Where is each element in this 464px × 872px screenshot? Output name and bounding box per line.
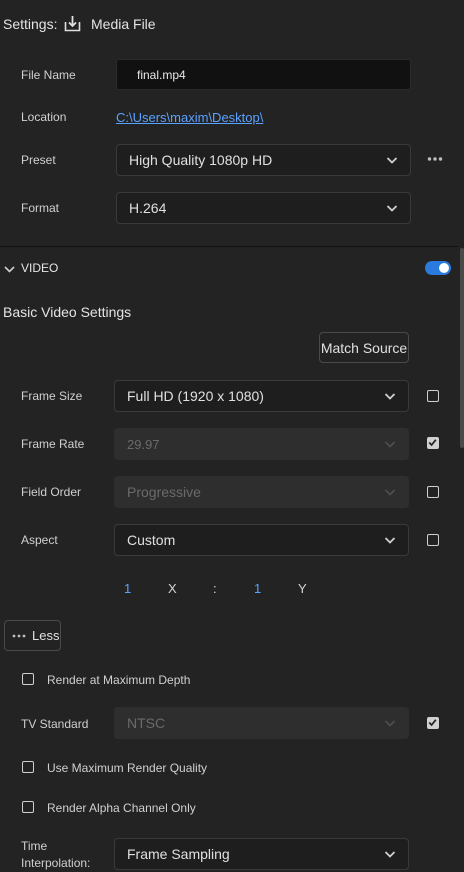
field-order-checkbox[interactable] — [427, 486, 439, 498]
preset-value: High Quality 1080p HD — [129, 152, 273, 168]
section-divider — [0, 246, 458, 247]
preset-dropdown[interactable]: High Quality 1080p HD — [116, 144, 411, 176]
file-name-value: final.mp4 — [137, 68, 186, 82]
tv-standard-value: NTSC — [127, 715, 166, 731]
video-toggle[interactable] — [425, 261, 451, 275]
location-label: Location — [21, 110, 67, 124]
checkmark-icon — [428, 719, 437, 727]
frame-size-value: Full HD (1920 x 1080) — [127, 388, 264, 404]
aspect-value: Custom — [127, 532, 176, 548]
frame-size-label: Frame Size — [21, 389, 83, 403]
alpha-only-label: Render Alpha Channel Only — [47, 801, 196, 815]
frame-rate-checkbox[interactable] — [427, 437, 439, 449]
file-name-label: File Name — [21, 68, 76, 82]
location-link[interactable]: C:\Users\maxim\Desktop\ — [116, 110, 263, 125]
chevron-down-icon — [384, 441, 396, 448]
less-label: Less — [32, 628, 60, 643]
chevron-down-icon — [384, 489, 396, 496]
format-value: H.264 — [129, 200, 167, 216]
max-render-quality-checkbox[interactable] — [22, 761, 34, 773]
media-file-label: Media File — [91, 16, 156, 32]
time-interpolation-dropdown[interactable]: Frame Sampling — [114, 838, 409, 870]
frame-rate-label: Frame Rate — [21, 437, 85, 451]
basic-video-settings-title: Basic Video Settings — [3, 304, 132, 320]
aspect-y-value[interactable]: 1 — [254, 581, 261, 596]
frame-rate-dropdown[interactable]: 29.97 — [114, 428, 409, 460]
chevron-down-icon — [384, 851, 396, 858]
chevron-down-icon — [384, 720, 396, 727]
frame-rate-value: 29.97 — [127, 436, 160, 452]
less-button[interactable]: Less — [4, 620, 61, 651]
alpha-only-checkbox[interactable] — [22, 801, 34, 813]
frame-size-dropdown[interactable]: Full HD (1920 x 1080) — [114, 380, 409, 412]
aspect-label: Aspect — [21, 533, 58, 547]
chevron-down-icon — [386, 205, 398, 212]
file-name-input[interactable]: final.mp4 — [116, 59, 411, 90]
settings-label: Settings: — [3, 16, 58, 32]
ellipsis-icon — [12, 634, 26, 637]
render-max-depth-checkbox[interactable] — [22, 673, 34, 685]
chevron-down-icon — [384, 393, 396, 400]
chevron-down-icon — [384, 537, 396, 544]
tv-standard-checkbox[interactable] — [427, 717, 439, 729]
video-section-label[interactable]: VIDEO — [21, 261, 58, 275]
field-order-value: Progressive — [127, 484, 201, 500]
aspect-checkbox[interactable] — [427, 534, 439, 546]
field-order-dropdown[interactable]: Progressive — [114, 476, 409, 508]
aspect-separator: : — [213, 581, 217, 596]
render-max-depth-label: Render at Maximum Depth — [47, 673, 191, 687]
format-label: Format — [21, 201, 60, 215]
field-order-label: Field Order — [21, 485, 82, 499]
format-dropdown[interactable]: H.264 — [116, 192, 411, 224]
time-interpolation-label: Time Interpolation: — [21, 839, 91, 870]
aspect-y-label: Y — [298, 581, 307, 596]
checkmark-icon — [428, 439, 437, 447]
chevron-down-icon — [386, 157, 398, 164]
aspect-x-label: X — [168, 581, 177, 596]
tv-standard-dropdown[interactable]: NTSC — [114, 707, 409, 739]
match-source-button[interactable]: Match Source — [319, 332, 409, 363]
tv-standard-label: TV Standard — [21, 717, 89, 731]
collapse-chevron-icon[interactable] — [4, 262, 15, 273]
aspect-x-value[interactable]: 1 — [124, 581, 131, 596]
export-download-icon — [64, 15, 81, 32]
max-render-quality-label: Use Maximum Render Quality — [47, 761, 208, 775]
scrollbar[interactable] — [460, 248, 464, 448]
preset-label: Preset — [21, 153, 56, 167]
aspect-dropdown[interactable]: Custom — [114, 524, 409, 556]
frame-size-checkbox[interactable] — [427, 390, 439, 402]
more-options-icon[interactable] — [427, 152, 443, 166]
time-interpolation-value: Frame Sampling — [127, 846, 230, 862]
